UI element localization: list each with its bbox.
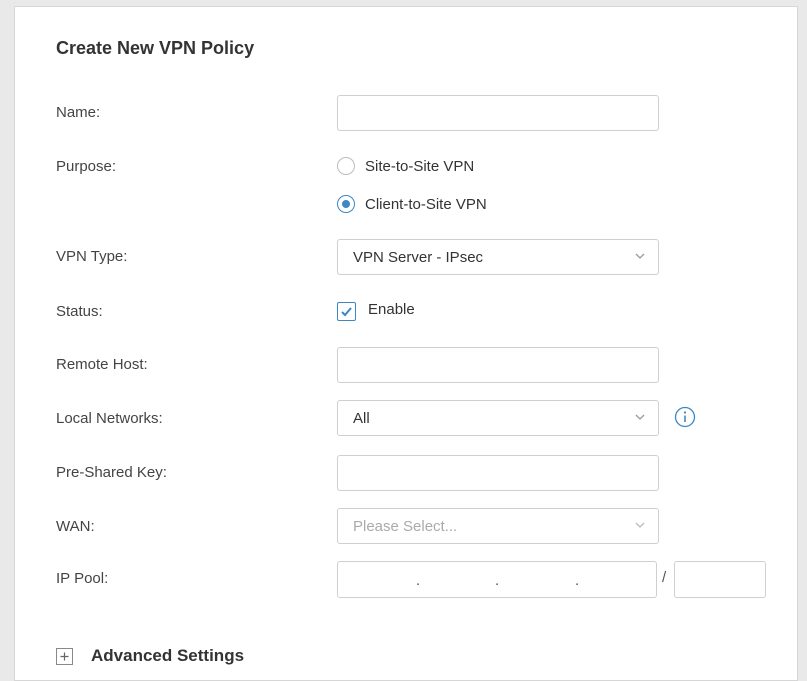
ip-dot: . [416,572,421,589]
status-label: Status: [56,303,103,320]
ip-dot: . [575,572,580,589]
vpn-type-value: VPN Server - IPsec [353,249,484,266]
purpose-label: Purpose: [56,158,117,175]
radio-button-checked[interactable] [337,195,355,213]
ip-pool-mask-input[interactable] [674,561,766,598]
radio-label-client-to-site: Client-to-Site VPN [365,195,487,213]
remote-host-label: Remote Host: [56,356,148,373]
wan-placeholder: Please Select... [353,518,458,535]
plus-icon [60,652,69,661]
radio-label-site-to-site: Site-to-Site VPN [365,157,475,175]
radio-button-unchecked[interactable] [337,157,355,175]
name-label: Name: [56,104,101,121]
ip-pool-address-input[interactable]: . . . [337,561,657,598]
ip-pool-separator: / [662,569,667,586]
radio-site-to-site[interactable]: Site-to-Site VPN [337,155,474,177]
chevron-down-icon [635,522,645,528]
remote-host-input[interactable] [337,347,659,383]
local-networks-value: All [353,410,370,427]
info-icon[interactable] [674,406,696,428]
name-input[interactable] [337,95,659,131]
wan-label: WAN: [56,518,95,535]
wan-select[interactable]: Please Select... [337,508,659,544]
check-icon [341,307,352,317]
enable-checkbox[interactable] [337,302,356,321]
radio-client-to-site[interactable]: Client-to-Site VPN [337,193,487,215]
local-networks-label: Local Networks: [56,410,163,427]
pre-shared-key-input[interactable] [337,455,659,491]
pre-shared-key-label: Pre-Shared Key: [56,464,167,481]
page-title: Create New VPN Policy [56,38,255,58]
ip-dot: . [495,572,500,589]
enable-label: Enable [368,301,415,318]
local-networks-select[interactable]: All [337,400,659,436]
expand-advanced-button[interactable] [56,648,73,665]
vpn-type-select[interactable]: VPN Server - IPsec [337,239,659,275]
ip-pool-label: IP Pool: [56,570,109,587]
advanced-settings-label[interactable]: Advanced Settings [91,646,244,666]
vpn-type-label: VPN Type: [56,248,128,265]
chevron-down-icon [635,414,645,420]
chevron-down-icon [635,253,645,259]
